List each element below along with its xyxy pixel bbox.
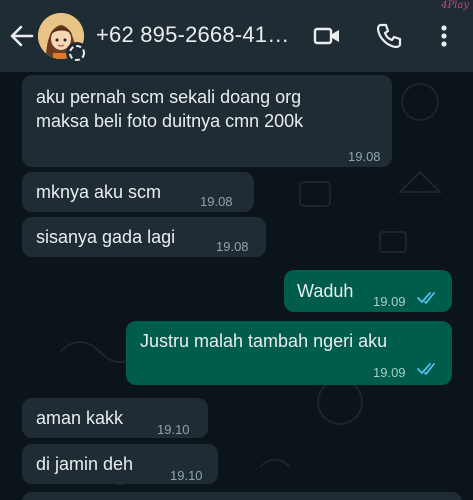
message-time: 19.08 [348, 149, 381, 164]
voice-call-icon[interactable] [375, 22, 403, 50]
message-text-line: Justru malah tambah ngeri aku [140, 331, 388, 351]
message-bubble-incoming[interactable]: di jamin deh 19.10 [22, 444, 218, 484]
message-bubble-outgoing[interactable]: Waduh 19.09 [284, 270, 452, 312]
message-bubble-outgoing[interactable]: Justru malah tambah ngeri aku 19.09 [126, 321, 452, 385]
message-time: 19.08 [216, 239, 249, 254]
message-text-line: sisanya gada lagi [36, 227, 176, 247]
message-time: 19.08 [200, 194, 233, 209]
message-time: 19.09 [373, 294, 406, 309]
message-bubble-incoming[interactable]: aku pernah scm sekali doang org maksa be… [22, 75, 392, 167]
message-text-line: aku pernah scm sekali doang org [36, 87, 302, 107]
watermark: 4Play [441, 0, 469, 11]
message-bubble-incoming-partial[interactable] [22, 492, 462, 500]
status-ring-icon [66, 42, 88, 64]
message-bubble-incoming[interactable]: sisanya gada lagi 19.08 [22, 217, 266, 257]
message-text-line: maksa beli foto duitnya cmn 200k [36, 111, 304, 131]
message-bubble-incoming[interactable]: mknya aku scm 19.08 [22, 172, 254, 212]
message-text-line: aman kakk [36, 408, 124, 428]
contact-name[interactable]: +62 895-2668-41… [96, 22, 289, 48]
message-time: 19.10 [170, 468, 203, 483]
more-options-icon[interactable] [430, 22, 458, 50]
message-text-line: mknya aku scm [36, 182, 162, 202]
message-time: 19.10 [157, 422, 190, 437]
message-list[interactable]: aku pernah scm sekali doang org maksa be… [0, 72, 473, 500]
message-time: 19.09 [373, 365, 406, 380]
chat-header: +62 895-2668-41… 4Play [0, 0, 473, 72]
back-arrow-icon[interactable] [8, 22, 36, 50]
message-bubble-incoming[interactable]: aman kakk 19.10 [22, 398, 208, 438]
video-call-icon[interactable] [313, 22, 341, 50]
message-text-line: di jamin deh [36, 454, 134, 474]
read-receipt-icon [417, 292, 435, 304]
read-receipt-icon [417, 363, 435, 375]
message-text-line: Waduh [297, 281, 354, 301]
